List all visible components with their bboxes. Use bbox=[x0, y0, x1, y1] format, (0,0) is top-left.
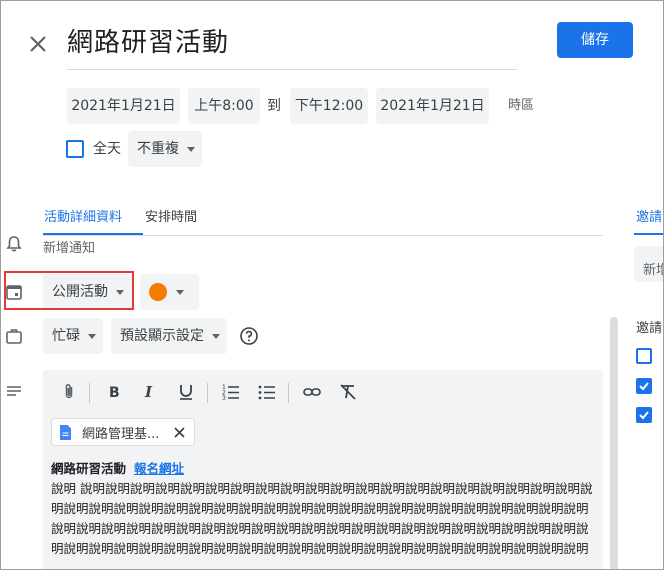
save-button[interactable]: 儲存 bbox=[557, 22, 633, 58]
svg-text:B: B bbox=[109, 385, 120, 401]
briefcase-icon bbox=[6, 329, 22, 344]
timezone-link[interactable]: 時區 bbox=[508, 88, 534, 124]
chevron-down-icon bbox=[187, 146, 195, 152]
permission-checkbox-modify[interactable] bbox=[636, 348, 652, 364]
attachment-name: 網路管理基... bbox=[82, 427, 160, 442]
toolbar-divider bbox=[288, 383, 289, 403]
tab-find-a-time[interactable]: 安排時間 bbox=[145, 206, 197, 225]
svg-text:I: I bbox=[144, 383, 153, 401]
default-visibility-dropdown[interactable]: 預設顯示設定 bbox=[111, 318, 227, 354]
repeat-dropdown[interactable]: 不重複 bbox=[128, 131, 202, 167]
event-editor-window: 網路研習活動 儲存 2021年1月21日 上午8:00 到 下午12:00 20… bbox=[0, 0, 664, 570]
tab-guests[interactable]: 邀請 bbox=[636, 206, 662, 225]
add-guests-placeholder: 新增 bbox=[643, 263, 663, 278]
registration-link[interactable]: 報名網址 bbox=[134, 461, 184, 476]
check-icon bbox=[639, 411, 649, 420]
default-visibility-value: 預設顯示設定 bbox=[120, 328, 204, 344]
underline-icon[interactable] bbox=[175, 381, 197, 403]
remove-attachment-icon[interactable] bbox=[172, 425, 187, 440]
end-time-button[interactable]: 下午12:00 bbox=[290, 88, 368, 124]
availability-value: 忙碌 bbox=[52, 328, 80, 344]
event-color-dropdown[interactable] bbox=[140, 274, 199, 310]
to-separator: 到 bbox=[267, 98, 281, 114]
all-day-checkbox[interactable] bbox=[66, 140, 84, 158]
document-icon bbox=[60, 425, 71, 440]
availability-dropdown[interactable]: 忙碌 bbox=[43, 318, 103, 354]
numbered-list-icon[interactable]: 1 2 3 bbox=[220, 381, 242, 403]
highlight-box bbox=[4, 271, 134, 310]
end-date-button[interactable]: 2021年1月21日 bbox=[376, 88, 489, 124]
tab-divider bbox=[43, 235, 603, 236]
guests-tab-indicator bbox=[634, 233, 663, 235]
bulleted-list-icon[interactable] bbox=[256, 381, 278, 403]
bell-icon bbox=[6, 236, 22, 252]
permission-checkbox-see-list[interactable] bbox=[636, 407, 652, 423]
chevron-down-icon bbox=[88, 333, 96, 339]
description-icon bbox=[7, 386, 21, 396]
attachment-icon[interactable] bbox=[58, 381, 80, 403]
permission-checkbox-invite[interactable] bbox=[636, 378, 652, 394]
description-title: 網路研習活動 bbox=[51, 461, 127, 476]
check-icon bbox=[639, 382, 649, 391]
start-date-button[interactable]: 2021年1月21日 bbox=[67, 88, 180, 124]
chevron-down-icon bbox=[212, 333, 220, 339]
all-day-label: 全天 bbox=[93, 141, 121, 157]
bold-icon[interactable]: B bbox=[103, 381, 125, 403]
add-guests-input[interactable]: 新增 bbox=[634, 246, 663, 282]
event-title-input[interactable]: 網路研習活動 bbox=[67, 23, 517, 70]
description-body: 說明 說明說明說明說明說明說明說明說明說明說明說明說明說明說明說明說明說明說明說… bbox=[51, 481, 593, 556]
svg-text:3: 3 bbox=[222, 395, 226, 402]
toolbar-divider bbox=[207, 383, 208, 403]
color-swatch-icon bbox=[149, 283, 184, 301]
guest-permissions-label: 邀請 bbox=[636, 321, 663, 336]
attachment-chip[interactable]: 網路管理基... bbox=[51, 418, 195, 446]
scrollbar[interactable] bbox=[610, 317, 618, 569]
toolbar-divider bbox=[89, 383, 90, 403]
close-icon bbox=[30, 36, 46, 52]
active-tab-indicator bbox=[43, 233, 143, 235]
italic-icon[interactable]: I bbox=[139, 381, 161, 403]
repeat-value: 不重複 bbox=[137, 141, 179, 157]
tab-event-details[interactable]: 活動詳細資料 bbox=[44, 206, 122, 225]
link-icon[interactable] bbox=[301, 381, 323, 403]
close-button[interactable] bbox=[23, 29, 53, 59]
help-icon[interactable] bbox=[239, 326, 259, 346]
description-text: 網路研習活動 報名網址 說明 說明說明說明說明說明說明說明說明說明說明說明說明說… bbox=[51, 459, 596, 559]
add-notification-link[interactable]: 新增通知 bbox=[43, 237, 95, 256]
clear-formatting-icon[interactable] bbox=[337, 381, 359, 403]
start-time-button[interactable]: 上午8:00 bbox=[188, 88, 260, 124]
